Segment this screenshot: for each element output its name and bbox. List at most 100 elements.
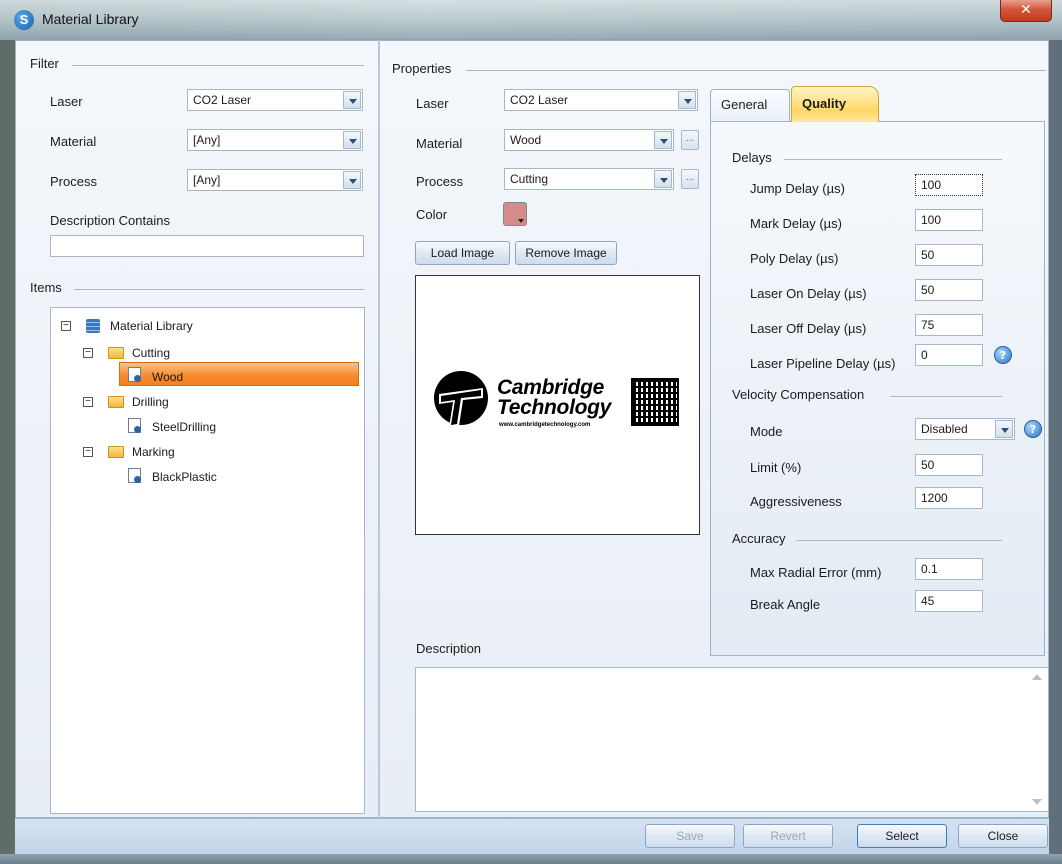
jump-delay-label: Jump Delay (µs) bbox=[750, 181, 845, 196]
prop-laser-value: CO2 Laser bbox=[510, 93, 569, 107]
aggressiveness-label: Aggressiveness bbox=[750, 494, 842, 509]
laser-on-delay-label: Laser On Delay (µs) bbox=[750, 286, 867, 301]
prop-process-combo[interactable]: Cutting bbox=[504, 168, 674, 190]
prop-color-label: Color bbox=[416, 207, 448, 222]
revert-button[interactable]: Revert bbox=[743, 824, 833, 848]
material-item-icon bbox=[128, 367, 141, 382]
title-bar: S Material Library ✕ bbox=[0, 0, 1062, 40]
tab-general[interactable]: General bbox=[710, 89, 790, 121]
chevron-down-icon[interactable] bbox=[995, 420, 1013, 438]
window-title: Material Library bbox=[42, 11, 139, 27]
chevron-down-icon[interactable] bbox=[654, 170, 672, 188]
material-item-icon bbox=[128, 468, 141, 483]
accuracy-group-line bbox=[796, 540, 1002, 541]
chevron-down-icon[interactable] bbox=[343, 91, 361, 109]
prop-process-value: Cutting bbox=[510, 172, 549, 186]
chevron-down-icon[interactable] bbox=[343, 131, 361, 149]
filter-material-value: [Any] bbox=[193, 133, 221, 147]
items-group-label: Items bbox=[30, 280, 62, 295]
close-button[interactable]: Close bbox=[958, 824, 1048, 848]
chevron-down-icon[interactable] bbox=[654, 131, 672, 149]
close-icon: ✕ bbox=[1020, 2, 1032, 18]
prop-laser-combo[interactable]: CO2 Laser bbox=[504, 89, 698, 111]
collapse-marking-toggle[interactable]: − bbox=[83, 447, 93, 457]
laser-pipeline-delay-input[interactable]: 0 bbox=[915, 344, 983, 366]
help-icon[interactable]: ? bbox=[994, 346, 1012, 364]
material-library-window: S Material Library ✕ Filter Laser CO2 La… bbox=[0, 0, 1062, 864]
remove-image-button[interactable]: Remove Image bbox=[515, 241, 617, 265]
close-window-button[interactable]: ✕ bbox=[1000, 0, 1052, 22]
laser-on-delay-input[interactable]: 50 bbox=[915, 279, 983, 301]
filter-group-label: Filter bbox=[30, 56, 59, 71]
help-icon[interactable]: ? bbox=[1024, 420, 1042, 438]
description-contains-input[interactable] bbox=[50, 235, 364, 257]
process-browse-button[interactable]: ... bbox=[681, 169, 699, 189]
description-textarea[interactable] bbox=[415, 667, 1049, 812]
material-image-preview: Cambridge Technology www.cambridgetechno… bbox=[415, 275, 700, 535]
poly-delay-label: Poly Delay (µs) bbox=[750, 251, 839, 266]
limit-input[interactable]: 50 bbox=[915, 454, 983, 476]
prop-material-combo[interactable]: Wood bbox=[504, 129, 674, 151]
limit-label: Limit (%) bbox=[750, 460, 802, 475]
mode-value: Disabled bbox=[921, 422, 968, 436]
prop-material-value: Wood bbox=[510, 133, 542, 147]
filter-group-line bbox=[72, 65, 364, 66]
break-angle-input[interactable]: 45 bbox=[915, 590, 983, 612]
scroll-down-icon[interactable] bbox=[1032, 799, 1042, 805]
logo-text-line2: Technology bbox=[497, 396, 612, 419]
select-button[interactable]: Select bbox=[857, 824, 947, 848]
tree-item-blackplastic[interactable]: BlackPlastic bbox=[152, 470, 217, 492]
laser-off-delay-input[interactable]: 75 bbox=[915, 314, 983, 336]
collapse-root-toggle[interactable]: − bbox=[61, 321, 71, 331]
load-image-button[interactable]: Load Image bbox=[415, 241, 510, 265]
tree-folder-cutting[interactable]: Cutting bbox=[132, 346, 170, 368]
filter-process-combo[interactable]: [Any] bbox=[187, 169, 363, 191]
properties-group-label: Properties bbox=[392, 61, 452, 76]
velocity-group-line bbox=[890, 396, 1002, 397]
poly-delay-input[interactable]: 50 bbox=[915, 244, 983, 266]
tree-folder-marking[interactable]: Marking bbox=[132, 445, 175, 467]
properties-group-line bbox=[466, 70, 1046, 71]
collapse-drilling-toggle[interactable]: − bbox=[83, 397, 93, 407]
tree-item-wood[interactable]: Wood bbox=[152, 370, 183, 392]
filter-laser-label: Laser bbox=[50, 94, 83, 109]
cambridge-technology-logo: Cambridge Technology www.cambridgetechno… bbox=[431, 368, 685, 440]
filter-laser-value: CO2 Laser bbox=[193, 93, 252, 107]
save-button[interactable]: Save bbox=[645, 824, 735, 848]
filter-process-value: [Any] bbox=[193, 173, 221, 187]
items-group-line bbox=[74, 289, 364, 290]
tree-folder-drilling[interactable]: Drilling bbox=[132, 395, 169, 417]
tree-item-steeldrilling[interactable]: SteelDrilling bbox=[152, 420, 216, 442]
max-radial-error-input[interactable]: 0.1 bbox=[915, 558, 983, 580]
folder-icon bbox=[108, 396, 124, 408]
description-label: Description bbox=[416, 641, 482, 656]
prop-material-label: Material bbox=[416, 136, 463, 151]
jump-delay-input[interactable]: 100 bbox=[915, 174, 983, 196]
chevron-down-icon[interactable] bbox=[678, 91, 696, 109]
prop-laser-label: Laser bbox=[416, 96, 449, 111]
aggressiveness-input[interactable]: 1200 bbox=[915, 487, 983, 509]
material-browse-button[interactable]: ... bbox=[681, 130, 699, 150]
folder-icon bbox=[108, 446, 124, 458]
collapse-cutting-toggle[interactable]: − bbox=[83, 348, 93, 358]
color-picker-swatch[interactable] bbox=[503, 202, 527, 226]
description-contains-label: Description Contains bbox=[50, 213, 170, 228]
app-logo-icon: S bbox=[14, 10, 34, 30]
filter-process-label: Process bbox=[50, 174, 97, 189]
mark-delay-label: Mark Delay (µs) bbox=[750, 216, 842, 231]
filter-material-combo[interactable]: [Any] bbox=[187, 129, 363, 151]
scroll-up-icon[interactable] bbox=[1032, 674, 1042, 680]
filter-laser-combo[interactable]: CO2 Laser bbox=[187, 89, 363, 111]
break-angle-label: Break Angle bbox=[750, 597, 821, 612]
mark-delay-input[interactable]: 100 bbox=[915, 209, 983, 231]
database-icon bbox=[86, 319, 100, 333]
folder-icon bbox=[108, 347, 124, 359]
filter-material-label: Material bbox=[50, 134, 97, 149]
max-radial-error-label: Max Radial Error (mm) bbox=[750, 565, 882, 580]
tree-root-material-library[interactable]: Material Library bbox=[110, 319, 193, 341]
tab-quality[interactable]: Quality bbox=[791, 86, 879, 122]
material-item-icon bbox=[128, 418, 141, 433]
mode-combo[interactable]: Disabled bbox=[915, 418, 1015, 440]
chevron-down-icon[interactable] bbox=[343, 171, 361, 189]
datamatrix-code-icon bbox=[631, 378, 679, 426]
